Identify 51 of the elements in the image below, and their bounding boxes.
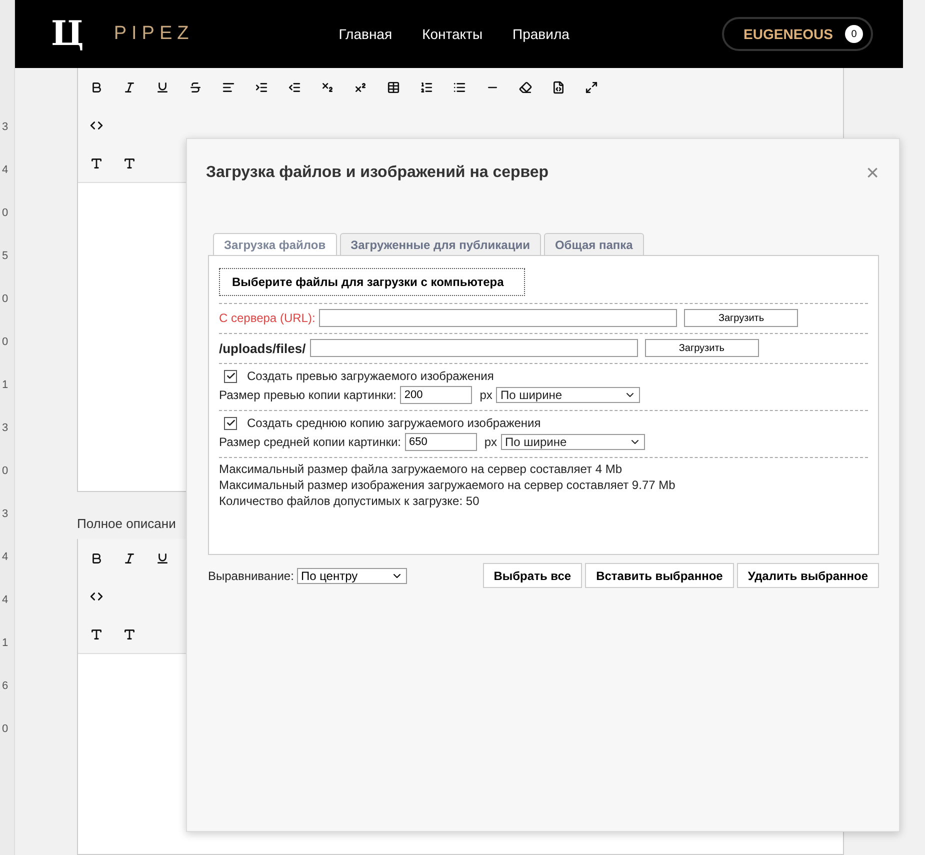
- nav-link[interactable]: Главная: [338, 26, 392, 42]
- path-label: /uploads/files/: [219, 340, 306, 356]
- dialog-title: Загрузка файлов и изображений на сервер: [206, 164, 549, 182]
- logo-mark: Ц: [51, 14, 84, 54]
- row-number: 0: [1, 464, 10, 479]
- row-number: 6: [1, 679, 10, 694]
- row-number: 4: [1, 593, 10, 608]
- info-text: Количество файлов допустимых к загрузке: 50: [219, 495, 480, 508]
- user-menu[interactable]: EUGENEOUS 0: [722, 17, 873, 51]
- upload-button[interactable]: Загрузить: [644, 339, 759, 357]
- tab[interactable]: Загруженные для публикации: [340, 233, 541, 256]
- row-number: 4: [1, 163, 10, 178]
- alignment-label: Выравнивание:: [208, 568, 294, 582]
- nav-link[interactable]: Правила: [512, 26, 570, 42]
- row-number: 4: [1, 550, 10, 565]
- tab[interactable]: Общая папка: [544, 233, 644, 256]
- row-number: 0: [1, 722, 10, 737]
- alignment-select[interactable]: По центру: [296, 568, 407, 584]
- resize-mode-select[interactable]: По ширине: [501, 434, 646, 450]
- nav-link[interactable]: Контакты: [422, 26, 483, 42]
- unit-label: px: [478, 388, 492, 402]
- size-field[interactable]: 650: [405, 433, 478, 451]
- info-text: Максимальный размер файла загружаемого на сервер составляет 4 Mb: [219, 463, 622, 476]
- resize-mode-select[interactable]: По ширине: [496, 387, 640, 403]
- row-number: 3: [1, 507, 10, 522]
- size-label: Размер средней копии картинки:: [219, 435, 402, 449]
- row-number: 5: [1, 249, 10, 264]
- tab[interactable]: Загрузка файлов: [213, 233, 337, 256]
- row-number: 3: [1, 120, 10, 135]
- url-label: С сервера (URL):: [219, 311, 316, 325]
- row-number: 1: [1, 636, 10, 651]
- brand-name[interactable]: PIPEZ: [114, 23, 194, 45]
- action-button[interactable]: Выбрать все: [482, 563, 582, 588]
- user-name: EUGENEOUS: [744, 26, 833, 42]
- info-text: Максимальный размер изображения загружаемого на сервер составляет 9.77 Mb: [219, 479, 676, 492]
- action-button[interactable]: Вставить выбранное: [585, 563, 734, 588]
- row-number: 0: [1, 206, 10, 221]
- row-number: 0: [1, 292, 10, 307]
- size-label: Размер превью копии картинки:: [219, 388, 396, 402]
- upload-button[interactable]: Загрузить: [684, 309, 798, 327]
- notification-count: 0: [845, 25, 863, 43]
- unit-label: px: [483, 435, 498, 449]
- row-number: 0: [1, 335, 10, 350]
- choose-files-button[interactable]: Выберите файлы для загрузки с компьютера: [219, 268, 525, 296]
- checkbox-label: Создать среднюю копию загружаемого изображения: [247, 416, 541, 430]
- size-field[interactable]: 200: [400, 386, 472, 404]
- field-label: Полное описани: [77, 516, 176, 531]
- checkbox-label: Создать превью загружаемого изображения: [247, 369, 494, 383]
- action-button[interactable]: Удалить выбранное: [736, 563, 879, 588]
- row-number: 3: [1, 421, 10, 436]
- row-number: 1: [1, 378, 10, 393]
